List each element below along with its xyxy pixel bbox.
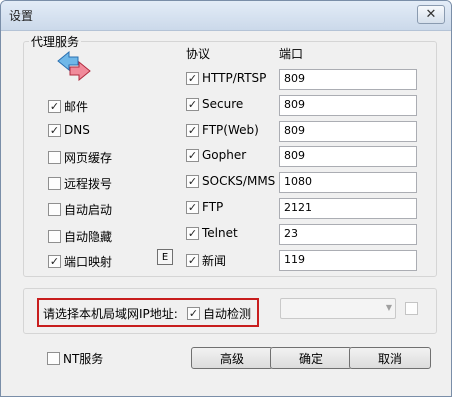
option-label: 网页缓存 [64,151,113,165]
option-checkbox[interactable]: ✓ 端口映射 [48,253,112,270]
checkbox-box[interactable]: ✓ [186,254,199,267]
port-input[interactable]: 23 [279,224,417,245]
nt-service-checkbox[interactable]: NT服务 [47,350,103,367]
protocol-label: SOCKS/MMS [202,174,276,188]
protocol-label: FTP(Web) [202,123,259,137]
option-checkbox[interactable]: 网页缓存 [48,149,112,166]
port-input[interactable]: 809 [279,95,417,116]
protocol-checkbox[interactable]: ✓ 新闻 [186,252,226,269]
option-label: DNS [64,123,90,137]
close-button[interactable]: ✕ [417,5,445,24]
proxy-group-title: 代理服务 [29,33,82,50]
checkbox-box[interactable]: ✓ [186,174,199,188]
close-icon: ✕ [425,7,437,22]
window-title: 设置 [9,9,34,23]
checkbox-box[interactable]: ✓ [186,200,199,214]
checkbox-box[interactable]: ✓ [48,100,61,113]
option-label: 自动隐藏 [64,230,113,244]
protocol-checkbox[interactable]: ✓ HTTP/RTSP [186,71,266,85]
nt-service-label: NT服务 [63,352,104,366]
protocol-checkbox[interactable]: ✓ FTP(Web) [186,123,259,137]
cancel-button[interactable]: 取消 [349,347,431,369]
title-bar: 设置 ✕ [1,1,451,31]
auto-detect-label: 自动检测 [203,307,252,321]
port-input[interactable]: 119 [279,250,417,271]
checkbox-box[interactable]: ✓ [48,123,61,137]
protocol-checkbox[interactable]: ✓ FTP [186,200,223,214]
option-label: 邮件 [64,100,89,114]
checkbox-box[interactable]: ✓ [186,97,199,111]
checkbox-box[interactable] [48,177,61,190]
option-label: 远程拨号 [64,177,113,191]
port-input[interactable]: 2121 [279,198,417,219]
protocol-label: Secure [202,97,244,111]
chevron-down-icon: ▼ [385,303,392,312]
option-checkbox[interactable]: 自动隐藏 [48,228,112,245]
protocol-checkbox[interactable]: ✓ Secure [186,97,243,111]
checkbox-box[interactable]: ✓ [186,148,199,162]
protocol-label: Telnet [202,226,238,240]
auto-detect-checkbox[interactable]: ✓ 自动检测 [187,305,251,322]
port-header: 端口 [279,47,304,61]
lan-ip-select[interactable]: ▼ [280,298,396,319]
checkbox-box[interactable]: ✓ [186,71,199,85]
advanced-button[interactable]: 高级 [191,347,273,369]
option-label: 自动启动 [64,203,113,217]
port-mapping-edit-button[interactable]: E [157,249,173,265]
option-checkbox[interactable]: ✓ DNS [48,123,90,137]
protocol-label: Gopher [202,148,247,162]
nt-service-box[interactable] [47,352,60,365]
port-input[interactable]: 809 [279,146,417,167]
ok-button[interactable]: 确定 [270,347,352,369]
checkbox-box[interactable] [48,151,61,164]
option-checkbox[interactable]: 自动启动 [48,201,112,218]
port-input[interactable]: 809 [279,69,417,90]
port-input[interactable]: 1080 [279,172,417,193]
option-checkbox[interactable]: ✓ 邮件 [48,98,88,115]
checkbox-box[interactable]: ✓ [186,123,199,137]
protocol-label: 新闻 [202,254,227,268]
lan-ip-extra-checkbox[interactable] [405,302,418,315]
protocol-checkbox[interactable]: ✓ Telnet [186,226,238,240]
lan-ip-label: 请选择本机局域网IP地址: [43,307,178,321]
protocol-label: FTP [202,200,224,214]
swap-arrows-icon [57,51,91,81]
protocol-header: 协议 [186,47,211,61]
dialog-body: 代理服务 ✓ 邮件 ✓ DNS 网页缓存 远程拨号 自动启动 自动隐藏 ✓ 端口映射 E 协议 端… [2,32,451,396]
checkbox-box[interactable]: ✓ [186,226,199,240]
protocol-checkbox[interactable]: ✓ SOCKS/MMS [186,174,275,188]
protocol-label: HTTP/RTSP [202,71,267,85]
settings-window: 设置 ✕ 代理服务 ✓ 邮件 ✓ DNS 网页缓存 远程拨号 自动启动 自动隐藏 ✓ 端口映射 E… [0,0,452,397]
auto-detect-box[interactable]: ✓ [187,307,200,320]
port-input[interactable]: 809 [279,121,417,142]
checkbox-box[interactable] [48,230,61,243]
checkbox-box[interactable]: ✓ [48,255,61,268]
option-label: 端口映射 [64,255,113,269]
option-checkbox[interactable]: 远程拨号 [48,175,112,192]
protocol-checkbox[interactable]: ✓ Gopher [186,148,246,162]
checkbox-box[interactable] [48,203,61,216]
